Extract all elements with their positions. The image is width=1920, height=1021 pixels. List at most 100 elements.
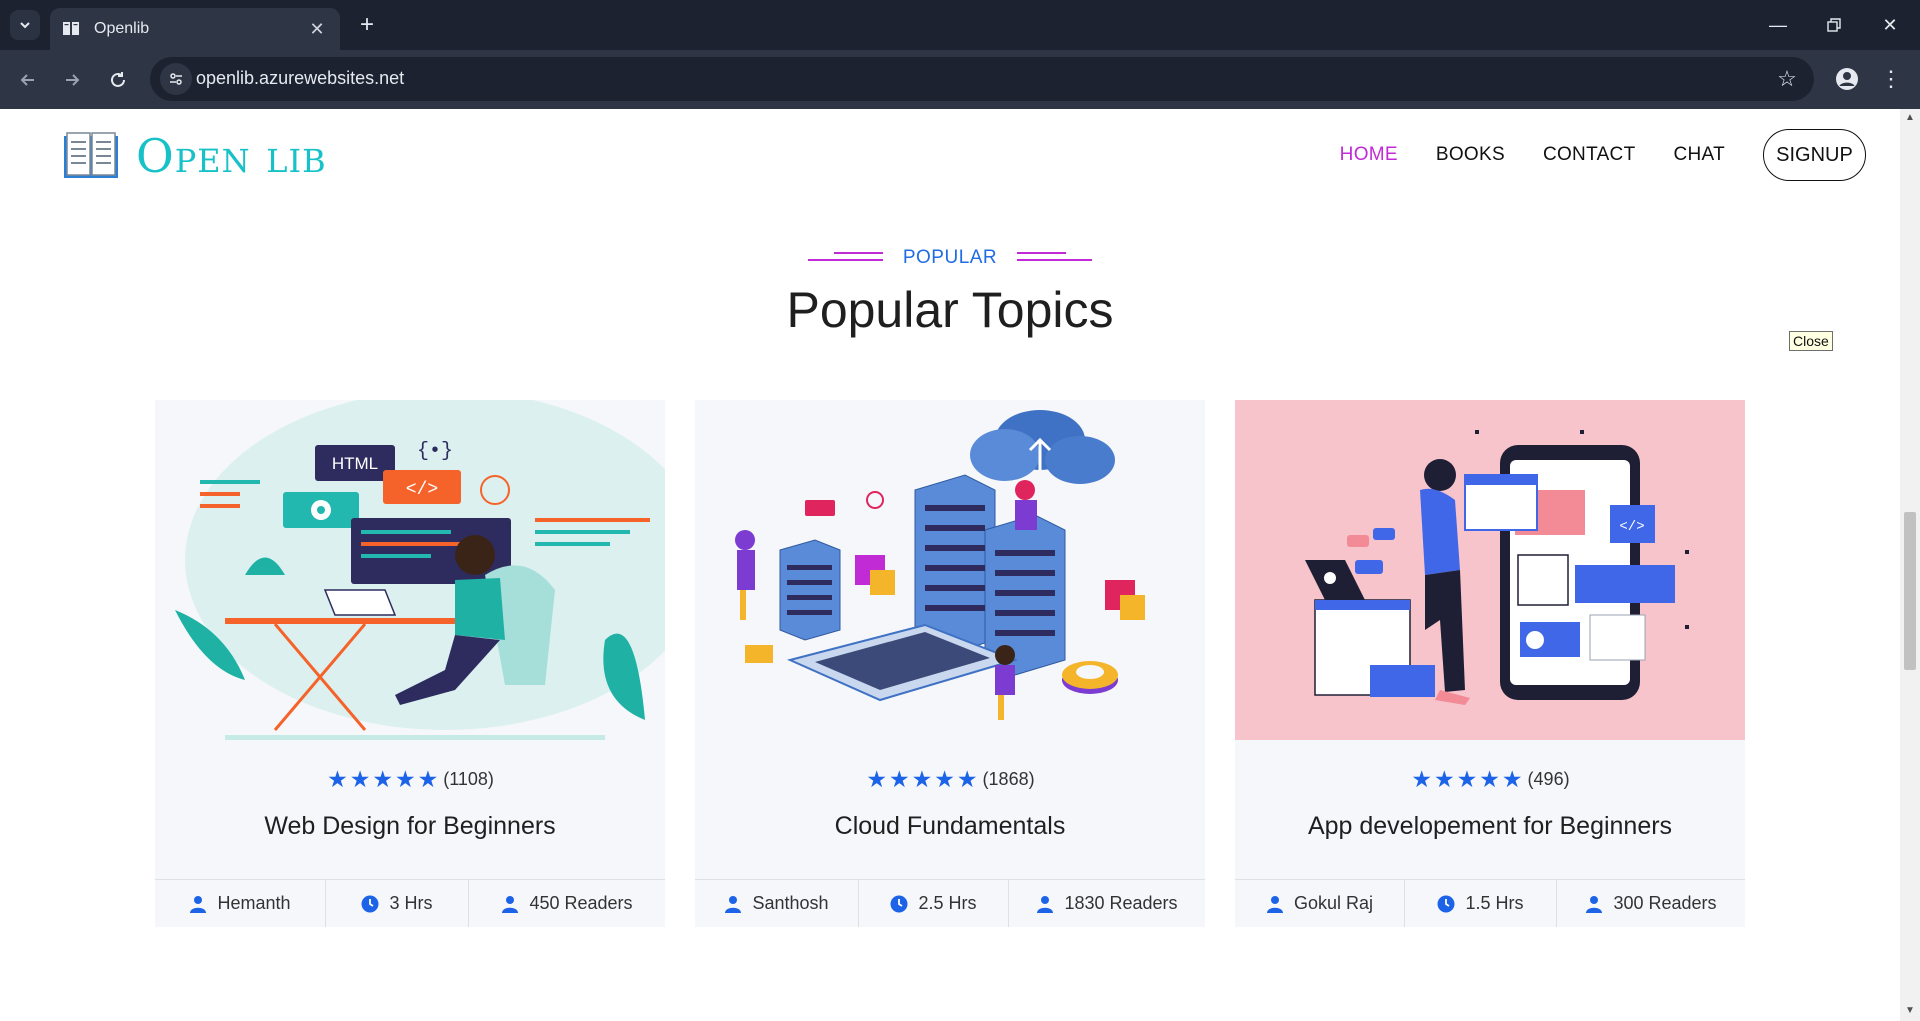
svg-text:{•}: {•} [417, 440, 453, 463]
star-icon: ★ [866, 766, 888, 792]
arrow-right-icon [66, 74, 80, 86]
tab-search-button[interactable] [10, 10, 40, 40]
readers: 300 Readers [1613, 893, 1717, 913]
user-icon [725, 895, 742, 913]
restore-icon [1827, 18, 1841, 32]
forward-button[interactable] [54, 64, 90, 96]
duration: 2.5 Hrs [918, 893, 977, 913]
star-icon: ★ [417, 766, 439, 792]
user-icon [1586, 895, 1603, 913]
reload-button[interactable] [100, 64, 136, 96]
star-icon: ★ [1411, 766, 1433, 792]
section-tag: POPULAR [0, 247, 1900, 269]
rating-count: (1108) [443, 769, 494, 789]
back-button[interactable] [10, 64, 46, 96]
nav-books[interactable]: BOOKS [1436, 144, 1505, 166]
star-icon: ★ [1456, 766, 1478, 792]
book-favicon-icon [62, 20, 80, 38]
decorative-lines-left [807, 252, 883, 264]
user-icon [1037, 895, 1054, 913]
arrow-left-icon [20, 74, 34, 86]
open-book-icon [64, 132, 118, 178]
card-meta: Hemanth 3 Hrs 450 Readers [155, 879, 665, 927]
browser-tab[interactable]: Openlib ✕ [50, 8, 340, 50]
close-window-button[interactable]: ✕ [1862, 0, 1918, 50]
bookmark-star-icon[interactable]: ☆ [1770, 62, 1804, 96]
course-card[interactable]: </> ★ ★ ★ ★ ★ (496) App developement for… [1235, 400, 1745, 927]
star-icon: ★ [956, 766, 978, 792]
section-tag-label: POPULAR [902, 247, 998, 268]
star-icon: ★ [911, 766, 933, 792]
svg-text:</>: </> [406, 480, 438, 500]
author-name: Hemanth [217, 893, 291, 913]
browser-tab-bar: Openlib ✕ + — ✕ [0, 0, 1920, 50]
app-dev-illustration: </> [1235, 400, 1745, 740]
logo-text: Open lib [136, 129, 327, 183]
account-icon [1836, 68, 1858, 90]
main-nav: HOME BOOKS CONTACT CHAT SIGNUP [1302, 129, 1900, 181]
scroll-down-arrow-icon[interactable]: ▼ [1904, 1005, 1916, 1017]
restore-window-button[interactable] [1806, 0, 1862, 50]
close-tab-icon[interactable]: ✕ [306, 19, 328, 40]
star-icon: ★ [349, 766, 371, 792]
meta-author: Hemanth [155, 880, 326, 927]
site-info-button[interactable] [160, 63, 192, 95]
nav-home[interactable]: HOME [1340, 144, 1398, 166]
user-icon [502, 895, 519, 913]
duration: 1.5 Hrs [1465, 893, 1524, 913]
course-card[interactable]: ★ ★ ★ ★ ★ (1868) Cloud Fundamentals Santhosh… [695, 400, 1205, 927]
meta-readers: 300 Readers [1557, 880, 1745, 927]
meta-readers: 450 Readers [469, 880, 665, 927]
clock-icon [890, 895, 908, 912]
kebab-menu-icon[interactable]: ⋮ [1876, 62, 1906, 96]
readers: 1830 Readers [1064, 893, 1178, 913]
site-logo[interactable]: Open lib [62, 129, 327, 183]
author-name: Santhosh [752, 893, 829, 913]
chevron-down-icon [20, 22, 30, 29]
meta-duration: 3 Hrs [326, 880, 469, 927]
meta-duration: 1.5 Hrs [1405, 880, 1557, 927]
readers: 450 Readers [529, 893, 633, 913]
card-title[interactable]: Cloud Fundamentals [695, 812, 1205, 841]
nav-contact[interactable]: CONTACT [1543, 144, 1636, 166]
close-tooltip: Close [1789, 331, 1833, 351]
rating-count: (496) [1527, 769, 1570, 789]
tab-title: Openlib [94, 20, 150, 37]
star-icon: ★ [327, 766, 348, 792]
cloud-illustration [695, 400, 1205, 740]
meta-author: Gokul Raj [1235, 880, 1405, 927]
card-meta: Gokul Raj 1.5 Hrs 300 Readers [1235, 879, 1745, 927]
star-icon: ★ [372, 766, 393, 792]
card-title[interactable]: Web Design for Beginners [155, 812, 665, 841]
star-icon: ★ [1479, 766, 1500, 792]
course-card[interactable]: HTML </> {•} ★ ★ ★ ★ ★ (1108) Web Design… [155, 400, 665, 927]
rating-count: (1868) [982, 769, 1035, 789]
svg-text:</>: </> [1619, 519, 1644, 535]
tune-icon [170, 73, 182, 85]
meta-duration: 2.5 Hrs [859, 880, 1009, 927]
scroll-up-arrow-icon[interactable]: ▲ [1904, 112, 1916, 124]
star-icon: ★ [889, 766, 910, 792]
minimize-window-button[interactable]: — [1750, 0, 1806, 50]
page-viewport: Open lib HOME BOOKS CONTACT CHAT SIGNUP … [0, 109, 1900, 1021]
scrollbar-thumb[interactable] [1904, 512, 1916, 670]
url-text[interactable]: openlib.azurewebsites.net [196, 68, 404, 89]
rating: ★ ★ ★ ★ ★ (1108) [155, 768, 665, 791]
web-design-illustration: HTML </> {•} [155, 400, 665, 740]
duration: 3 Hrs [389, 893, 433, 913]
card-title[interactable]: App developement for Beginners [1235, 812, 1745, 841]
author-name: Gokul Raj [1293, 893, 1374, 913]
nav-chat[interactable]: CHAT [1673, 144, 1725, 166]
user-icon [190, 895, 207, 913]
new-tab-button[interactable]: + [352, 10, 382, 40]
clock-icon [1437, 895, 1455, 912]
meta-readers: 1830 Readers [1009, 880, 1205, 927]
meta-author: Santhosh [695, 880, 859, 927]
decorative-lines-right [1017, 252, 1093, 264]
reload-icon [111, 72, 125, 87]
star-icon: ★ [1501, 766, 1523, 792]
star-icon: ★ [934, 766, 955, 792]
card-meta: Santhosh 2.5 Hrs 1830 Readers [695, 879, 1205, 927]
profile-button[interactable] [1830, 62, 1864, 96]
signup-button[interactable]: SIGNUP [1763, 129, 1866, 181]
